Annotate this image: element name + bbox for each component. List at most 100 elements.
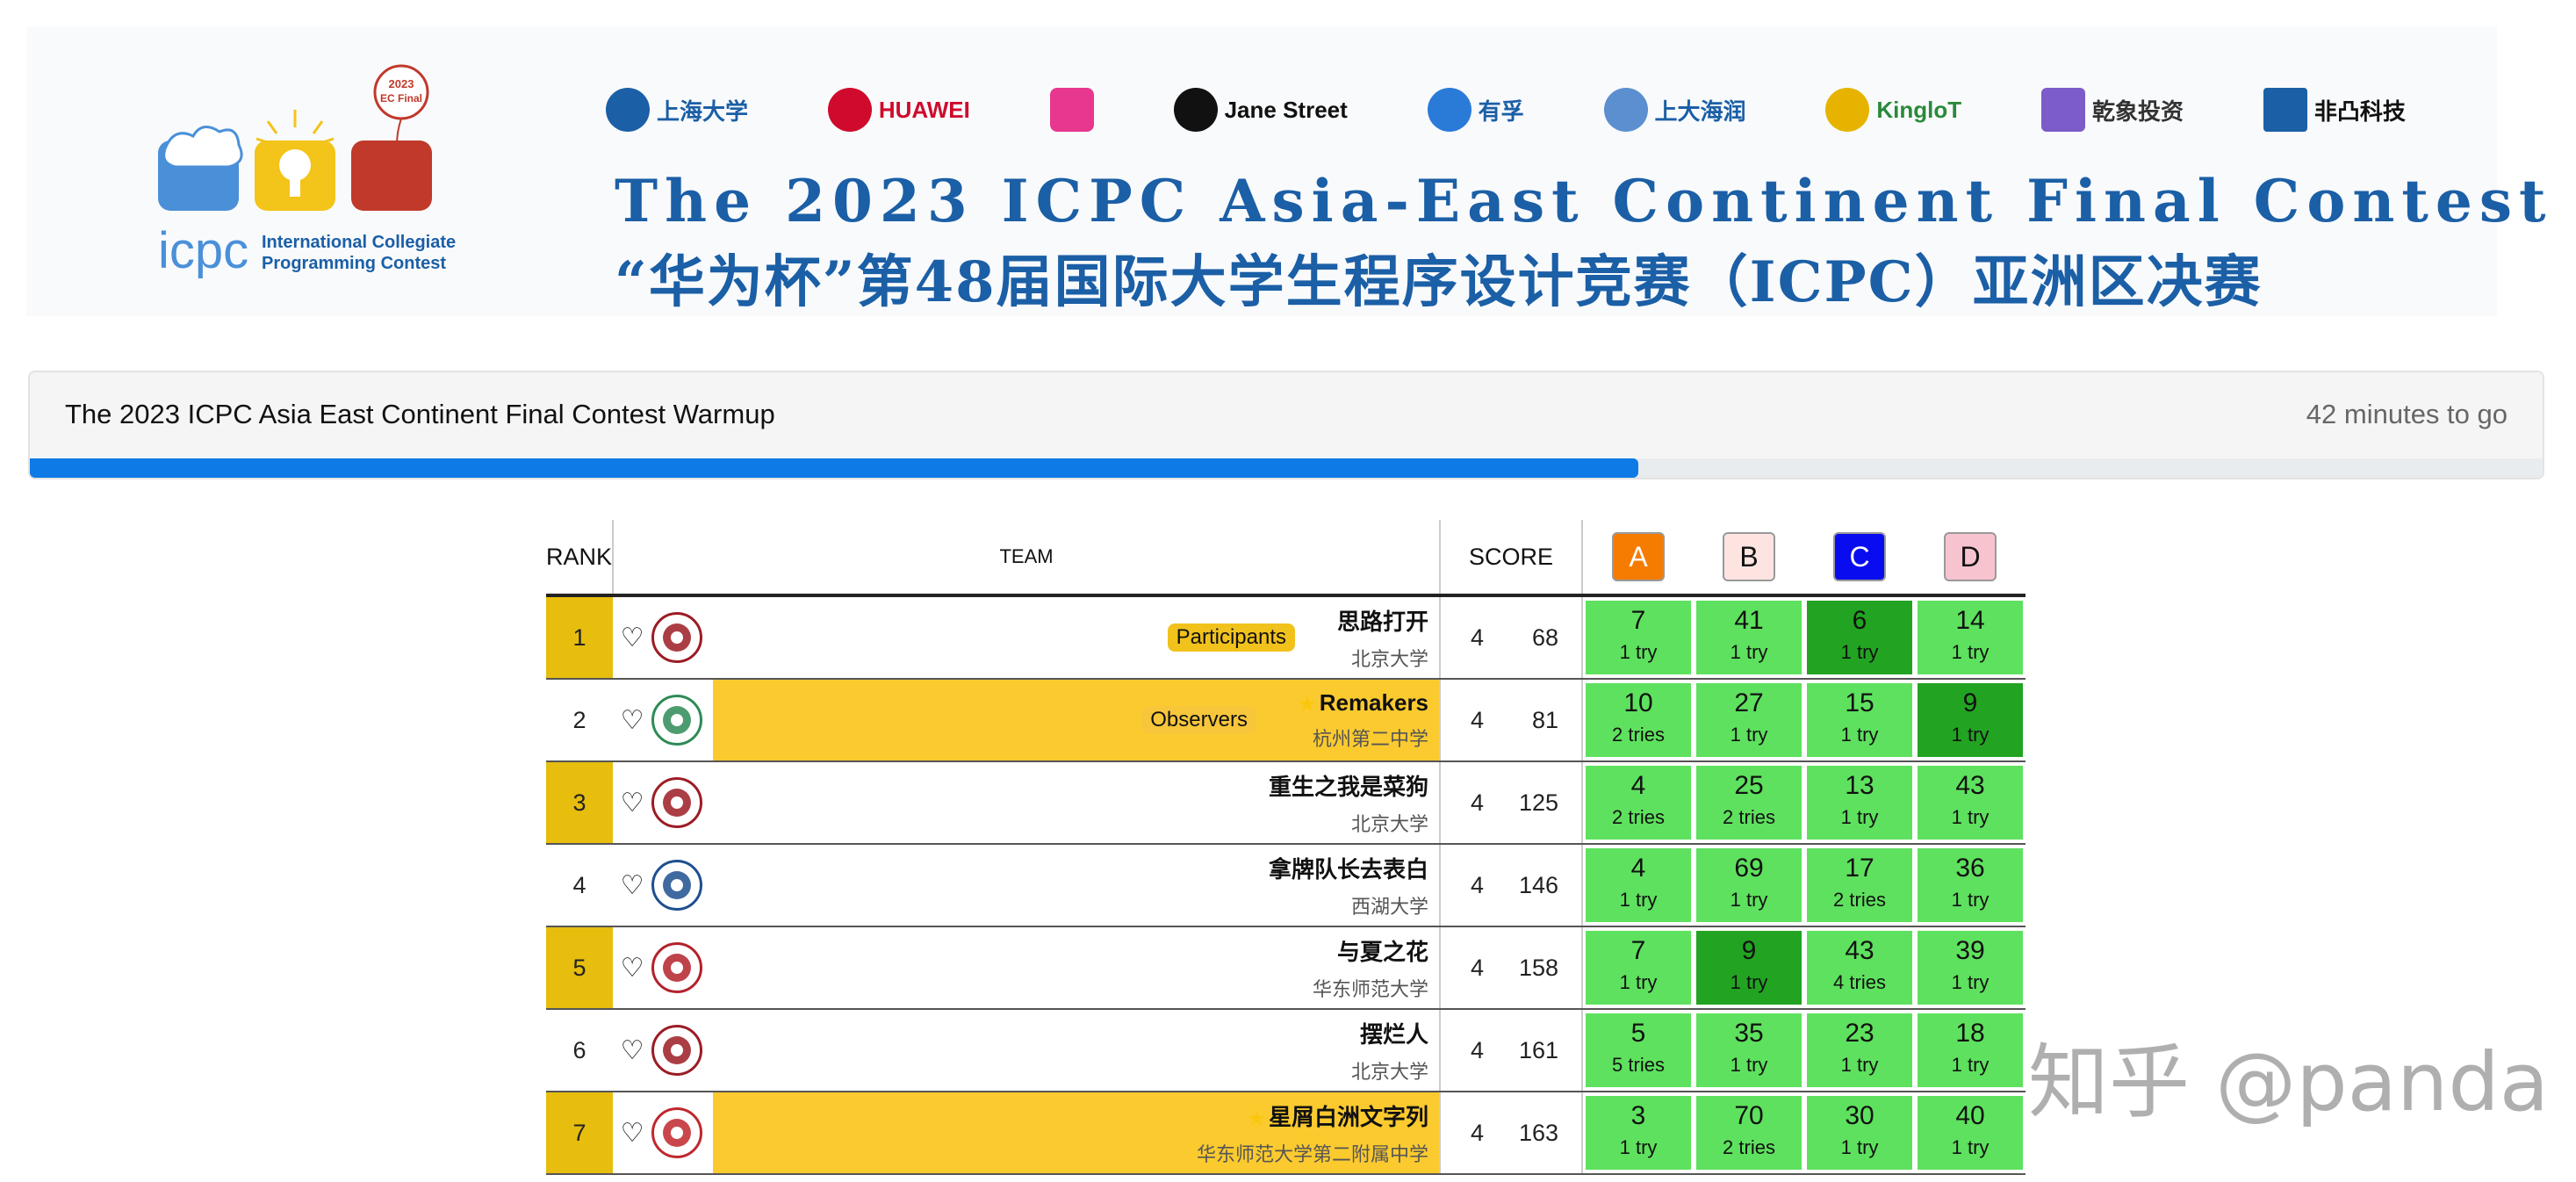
team-name[interactable]: 思路打开 — [1337, 604, 1428, 637]
university-logo-icon — [651, 1107, 703, 1158]
favorite-heart-icon[interactable]: ♡ — [613, 953, 651, 984]
problem-cell[interactable]: 3 1 try — [1582, 1092, 1695, 1175]
accepted-cell[interactable]: 15 1 try — [1807, 683, 1913, 757]
problem-cell[interactable]: 6 1 try — [1804, 595, 1916, 680]
problem-header-a[interactable]: A — [1582, 520, 1694, 595]
problem-header-b[interactable]: B — [1694, 520, 1804, 595]
problem-balloon-b[interactable]: B — [1723, 532, 1776, 581]
accepted-cell[interactable]: 18 1 try — [1918, 1013, 2024, 1087]
team-name[interactable]: 与夏之花 — [1313, 934, 1428, 967]
problem-cell[interactable]: 15 1 try — [1804, 679, 1916, 762]
problem-header-d[interactable]: D — [1915, 520, 2026, 595]
problem-cell[interactable]: 7 1 try — [1582, 926, 1695, 1010]
problem-cell[interactable]: 18 1 try — [1915, 1009, 2026, 1092]
accepted-cell[interactable]: 36 1 try — [1918, 848, 2024, 922]
accepted-cell[interactable]: 14 1 try — [1918, 601, 2024, 674]
problem-cell[interactable]: 27 1 try — [1694, 679, 1805, 762]
favorite-heart-icon[interactable]: ♡ — [613, 870, 651, 901]
team-name[interactable]: ★ 星屑白洲文字列 — [1197, 1099, 1428, 1132]
problem-cell[interactable]: 35 1 try — [1694, 1009, 1805, 1092]
accepted-cell[interactable]: 23 1 try — [1807, 1013, 1913, 1087]
problem-cell[interactable]: 4 2 tries — [1582, 761, 1695, 845]
team-name[interactable]: 重生之我是菜狗 — [1269, 769, 1428, 802]
problem-cell[interactable]: 70 2 tries — [1694, 1092, 1805, 1175]
accepted-cell[interactable]: 7 1 try — [1586, 931, 1692, 1005]
table-row[interactable]: 2 ♡ Observers ★ Remakers 杭州第二中学 4 81 10 … — [546, 679, 2026, 762]
problem-cell[interactable]: 36 1 try — [1915, 844, 2026, 927]
accepted-cell[interactable]: 13 1 try — [1807, 766, 1913, 840]
team-group-tag[interactable]: Participants — [1167, 623, 1295, 652]
table-row[interactable]: 5 ♡ 与夏之花 华东师范大学 4 158 7 1 try 9 1 try 43… — [546, 926, 2026, 1010]
accepted-cell[interactable]: 30 1 try — [1807, 1096, 1913, 1170]
problem-balloon-c[interactable]: C — [1833, 532, 1887, 581]
team-name[interactable]: 拿牌队长去表白 — [1269, 852, 1428, 884]
accepted-cell[interactable]: 40 1 try — [1918, 1096, 2024, 1170]
table-row[interactable]: 6 ♡ 摆烂人 北京大学 4 161 5 5 tries 35 1 try 23… — [546, 1009, 2026, 1092]
problem-cell[interactable]: 5 5 tries — [1582, 1009, 1695, 1092]
favorite-heart-icon[interactable]: ♡ — [613, 788, 651, 818]
team-cell[interactable]: ♡ ★ 星屑白洲文字列 华东师范大学第二附属中学 — [613, 1092, 1442, 1175]
team-name[interactable]: 摆烂人 — [1351, 1017, 1428, 1049]
accepted-cell[interactable]: 3 1 try — [1586, 1096, 1692, 1170]
team-cell[interactable]: ♡ Participants 思路打开 北京大学 — [613, 595, 1442, 680]
accepted-cell[interactable]: 4 2 tries — [1586, 766, 1692, 840]
table-row[interactable]: 7 ♡ ★ 星屑白洲文字列 华东师范大学第二附属中学 4 163 3 1 try… — [546, 1092, 2026, 1175]
accepted-cell[interactable]: 43 1 try — [1918, 766, 2024, 840]
first-solve-cell[interactable]: 9 1 try — [1696, 931, 1802, 1005]
problem-cell[interactable]: 9 1 try — [1694, 926, 1805, 1010]
accepted-cell[interactable]: 39 1 try — [1918, 931, 2024, 1005]
problem-cell[interactable]: 13 1 try — [1804, 761, 1916, 845]
table-row[interactable]: 4 ♡ 拿牌队长去表白 西湖大学 4 146 4 1 try 69 1 try … — [546, 844, 2026, 927]
team-header[interactable]: TEAM — [613, 520, 1442, 595]
problem-cell[interactable]: 40 1 try — [1915, 1092, 2026, 1175]
problem-cell[interactable]: 4 1 try — [1582, 844, 1695, 927]
team-group-tag[interactable]: Observers — [1141, 706, 1256, 734]
problem-cell[interactable]: 43 4 tries — [1804, 926, 1916, 1010]
accepted-cell[interactable]: 27 1 try — [1696, 683, 1802, 757]
problem-header-c[interactable]: C — [1804, 520, 1915, 595]
team-cell[interactable]: ♡ 与夏之花 华东师范大学 — [613, 926, 1442, 1010]
accepted-cell[interactable]: 17 2 tries — [1807, 848, 1913, 922]
accepted-cell[interactable]: 10 2 tries — [1586, 683, 1692, 757]
problem-balloon-a[interactable]: A — [1612, 532, 1666, 581]
problem-cell[interactable]: 10 2 tries — [1582, 679, 1695, 762]
accepted-cell[interactable]: 35 1 try — [1696, 1013, 1802, 1087]
favorite-heart-icon[interactable]: ♡ — [613, 1118, 651, 1149]
solve-time: 43 — [1845, 936, 1874, 965]
problem-cell[interactable]: 25 2 tries — [1694, 761, 1805, 845]
accepted-cell[interactable]: 7 1 try — [1586, 601, 1692, 674]
favorite-heart-icon[interactable]: ♡ — [613, 705, 651, 736]
problem-cell[interactable]: 9 1 try — [1915, 679, 2026, 762]
problem-cell[interactable]: 23 1 try — [1804, 1009, 1916, 1092]
problem-cell[interactable]: 7 1 try — [1582, 595, 1695, 680]
problem-cell[interactable]: 41 1 try — [1694, 595, 1805, 680]
accepted-cell[interactable]: 70 2 tries — [1696, 1096, 1802, 1170]
accepted-cell[interactable]: 25 2 tries — [1696, 766, 1802, 840]
table-row[interactable]: 1 ♡ Participants 思路打开 北京大学 4 68 7 1 try … — [546, 595, 2026, 680]
first-solve-cell[interactable]: 6 1 try — [1807, 601, 1913, 674]
problem-cell[interactable]: 39 1 try — [1915, 926, 2026, 1010]
first-solve-cell[interactable]: 9 1 try — [1918, 683, 2024, 757]
team-cell[interactable]: ♡ 摆烂人 北京大学 — [613, 1009, 1442, 1092]
accepted-cell[interactable]: 5 5 tries — [1586, 1013, 1692, 1087]
team-cell[interactable]: ♡ Observers ★ Remakers 杭州第二中学 — [613, 679, 1442, 762]
table-row[interactable]: 3 ♡ 重生之我是菜狗 北京大学 4 125 4 2 tries 25 2 tr… — [546, 761, 2026, 845]
attempt-count: 4 tries — [1833, 971, 1886, 993]
team-cell[interactable]: ♡ 重生之我是菜狗 北京大学 — [613, 761, 1442, 845]
accepted-cell[interactable]: 69 1 try — [1696, 848, 1802, 922]
accepted-cell[interactable]: 43 4 tries — [1807, 931, 1913, 1005]
accepted-cell[interactable]: 4 1 try — [1586, 848, 1692, 922]
accepted-cell[interactable]: 41 1 try — [1696, 601, 1802, 674]
favorite-heart-icon[interactable]: ♡ — [613, 623, 651, 653]
problem-cell[interactable]: 17 2 tries — [1804, 844, 1916, 927]
score-header[interactable]: SCORE — [1440, 520, 1584, 595]
problem-cell[interactable]: 14 1 try — [1915, 595, 2026, 680]
problem-balloon-d[interactable]: D — [1944, 532, 1997, 581]
problem-cell[interactable]: 43 1 try — [1915, 761, 2026, 845]
problem-cell[interactable]: 30 1 try — [1804, 1092, 1916, 1175]
team-name[interactable]: ★ Remakers — [1299, 689, 1428, 717]
favorite-heart-icon[interactable]: ♡ — [613, 1035, 651, 1066]
rank-header[interactable]: RANK — [546, 520, 615, 595]
team-cell[interactable]: ♡ 拿牌队长去表白 西湖大学 — [613, 844, 1442, 927]
problem-cell[interactable]: 69 1 try — [1694, 844, 1805, 927]
